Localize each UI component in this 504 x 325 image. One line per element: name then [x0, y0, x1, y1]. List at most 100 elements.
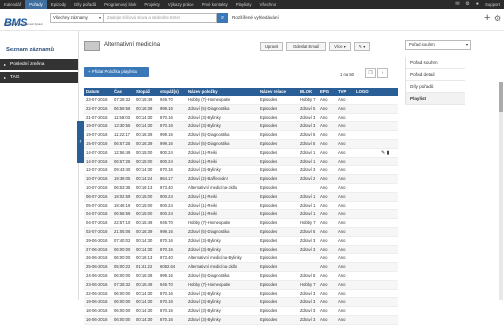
- delete-icon[interactable]: ▮: [387, 150, 390, 156]
- table-cell: 10-07-2016: [84, 174, 112, 184]
- table-row[interactable]: 04-07-2016 06:58:59 00:15:00 900.24 Zdraví (…: [84, 209, 398, 220]
- table-row[interactable]: 21-07-2016 11:58:03 00:14:30 870.16 Zdraví (…: [84, 113, 398, 123]
- column-header[interactable]: stopáž(s): [158, 88, 186, 96]
- right-tab[interactable]: Pořad souhrn: [405, 57, 465, 69]
- table-row[interactable]: 19-06-2016 06:00:00 00:14:30 870.16 Zdraví (…: [84, 297, 398, 308]
- scrollbar-thumb[interactable]: [499, 82, 503, 112]
- right-tab[interactable]: Pořad detail: [405, 69, 465, 81]
- column-header[interactable]: EPG: [318, 88, 336, 96]
- table-row[interactable]: 22-06-2016 06:00:00 00:14:30 870.16 Zdraví (…: [84, 289, 398, 299]
- table-cell: Ano: [336, 236, 354, 246]
- table-row[interactable]: 12-07-2016 09:43:40 00:14:30 870.16 Zdraví (…: [84, 165, 398, 176]
- table-row[interactable]: 10-07-2016 06:53:35 00:16:13 973.40 Alternat…: [84, 183, 398, 193]
- table-cell: Ano: [336, 315, 354, 325]
- table-cell: Episodes: [258, 289, 298, 299]
- table-cell: Zdraví (1)-Reiki: [186, 209, 258, 220]
- table-cell: 870.16: [158, 121, 186, 132]
- sidebar-section-recent[interactable]: ▸ Poslední změna: [0, 59, 78, 70]
- column-header[interactable]: LOGO: [354, 88, 398, 96]
- gear-icon[interactable]: ⚙: [494, 14, 501, 24]
- search-input[interactable]: Zadejte klíčová slova a stiskněte Enter: [104, 13, 217, 23]
- table-row[interactable]: 16-06-2016 06:00:00 00:14:30 870.16 Zdraví (…: [84, 315, 398, 325]
- table-row[interactable]: 02-07-2016 21:05:06 00:16:39 999.16 Zdraví (…: [84, 227, 398, 237]
- table-cell: [354, 280, 398, 290]
- table-cell: Zdraví (1)-Reiki: [186, 192, 258, 202]
- table-cell: Hobby (7)-Homeopatie: [186, 96, 258, 105]
- edit-button[interactable]: Upravit: [260, 42, 283, 51]
- more-button[interactable]: Více ▾: [329, 42, 351, 51]
- table-row[interactable]: 10-07-2016 19:38:05 00:14:24 864.17 Zdraví (…: [84, 174, 398, 184]
- table-row[interactable]: 19-07-2016 13:30:55 00:14:30 870.16 Zdraví (…: [84, 121, 398, 132]
- table-cell: Ano: [318, 245, 336, 255]
- settings-icon[interactable]: ⚙: [464, 1, 471, 8]
- column-header[interactable]: Čas: [112, 88, 134, 96]
- table-row[interactable]: 14-07-2016 12:56:49 00:15:00 900.24 Zdraví (…: [84, 148, 398, 158]
- advanced-search-link[interactable]: Rozšířené vyhledávání: [232, 13, 279, 23]
- table-row[interactable]: 23-07-2016 07:28:32 00:15:49 949.70 Hobby (7…: [84, 96, 398, 105]
- table-cell: Ano: [318, 192, 336, 202]
- nav-item[interactable]: Playlisty: [232, 0, 256, 9]
- table-cell: Ano: [318, 280, 336, 290]
- table-row[interactable]: 14-07-2016 06:57:25 00:15:00 900.24 Zdraví (…: [84, 157, 398, 167]
- column-header[interactable]: Název položky: [186, 88, 258, 96]
- add-playlist-item-button[interactable]: + Přidat Položka playlistu: [84, 67, 149, 77]
- logo[interactable]: BMS Broadcasting Management System: [4, 13, 44, 29]
- column-header[interactable]: BLOK: [298, 88, 318, 96]
- table-cell: 999.16: [158, 104, 186, 114]
- table-row[interactable]: 18-06-2016 06:00:00 00:14:30 870.16 Zdraví (…: [84, 306, 398, 316]
- copy-icon[interactable]: ❐: [365, 68, 376, 78]
- table-row[interactable]: 25-06-2016 05:00:22 01:41:22 6082.64 Alterna…: [84, 262, 398, 272]
- table-cell: Zdraví 3: [298, 236, 318, 246]
- right-tab[interactable]: Playlist: [405, 93, 465, 105]
- tab-select[interactable]: Pořad souhrn ▾: [405, 40, 471, 50]
- page-scrollbar[interactable]: [499, 82, 503, 300]
- nav-item[interactable]: Programový blok: [100, 0, 140, 9]
- nav-item[interactable]: Epizody: [47, 0, 70, 9]
- nav-item[interactable]: Pořady: [25, 0, 47, 9]
- table-row[interactable]: 04-07-2016 22:57:10 00:15:49 949.70 Hobby (7…: [84, 218, 398, 228]
- table-row[interactable]: 26-06-2016 06:00:00 00:16:13 973.40 Alternat…: [84, 253, 398, 264]
- table-row[interactable]: 29-06-2016 07:40:02 00:14:30 870.16 Zdraví (…: [84, 236, 398, 246]
- table-row[interactable]: 15-07-2016 06:57:25 00:16:39 999.16 Zdraví (…: [84, 139, 398, 149]
- table-row[interactable]: 05-07-2016 18:46:19 00:15:00 900.24 Zdraví (…: [84, 201, 398, 211]
- tools-dropdown[interactable]: ✎ ▾: [354, 42, 370, 51]
- table-cell: Ano: [336, 280, 354, 290]
- table-row[interactable]: 06-07-2016 18:02:59 00:15:00 900.24 Zdraví (…: [84, 192, 398, 202]
- table-row[interactable]: 23-06-2016 07:28:32 00:15:49 949.70 Hobby (7…: [84, 280, 398, 290]
- edit-icon[interactable]: ✎: [381, 150, 385, 156]
- sidebar-collapse-toggle[interactable]: ‹: [77, 121, 84, 163]
- support-link[interactable]: Support: [481, 2, 504, 7]
- table-row[interactable]: 22-07-2016 06:59:56 00:16:39 999.16 Zdraví (…: [84, 104, 398, 114]
- table-row[interactable]: 24-06-2016 06:00:00 00:16:39 999.16 Zdraví (…: [84, 271, 398, 281]
- notification-icon[interactable]: ✉: [454, 1, 461, 8]
- nav-item[interactable]: Díly pořadů: [70, 0, 100, 9]
- column-header[interactable]: Název relace: [258, 88, 298, 96]
- column-header[interactable]: Datum: [84, 88, 112, 96]
- chevron-down-icon: ▾: [465, 42, 468, 47]
- table-row[interactable]: 19-07-2016 11:22:17 00:16:39 999.16 Zdraví (…: [84, 130, 398, 140]
- column-header[interactable]: TVP: [336, 88, 354, 96]
- send-email-button[interactable]: Odeslat Email: [286, 42, 326, 51]
- table-cell: 15-07-2016: [84, 139, 112, 149]
- next-page-button[interactable]: ›: [377, 68, 388, 78]
- user-icon[interactable]: ●: [474, 1, 481, 8]
- table-cell: Episodes: [258, 192, 298, 202]
- nav-item[interactable]: Kalendář: [0, 0, 25, 9]
- table-row[interactable]: 27-06-2016 06:00:00 00:14:30 870.16 Zdraví (…: [84, 245, 398, 255]
- table-cell: Ano: [336, 271, 354, 281]
- sidebar-section-tag[interactable]: ▸ TAG: [0, 72, 78, 83]
- table-cell: Hobby 7: [298, 96, 318, 105]
- search-button[interactable]: ⌕: [217, 13, 228, 23]
- nav-item[interactable]: Všechno: [255, 0, 280, 9]
- plus-icon[interactable]: +: [484, 13, 490, 24]
- table-cell: Ano: [336, 104, 354, 114]
- table-cell: 06:57:25: [112, 157, 134, 167]
- table-cell: Alternativní medicína-Jidlo: [186, 183, 258, 193]
- nav-item[interactable]: Výkazy práce: [164, 0, 198, 9]
- table-cell: Ano: [318, 306, 336, 316]
- right-tab[interactable]: Díly pořadů: [405, 81, 465, 93]
- nav-item[interactable]: Projekty: [140, 0, 164, 9]
- column-header[interactable]: Stopáž: [134, 88, 158, 96]
- search-scope-select[interactable]: Všechny záznamy ▾: [50, 13, 104, 23]
- nav-item[interactable]: Prvé kontakty: [198, 0, 232, 9]
